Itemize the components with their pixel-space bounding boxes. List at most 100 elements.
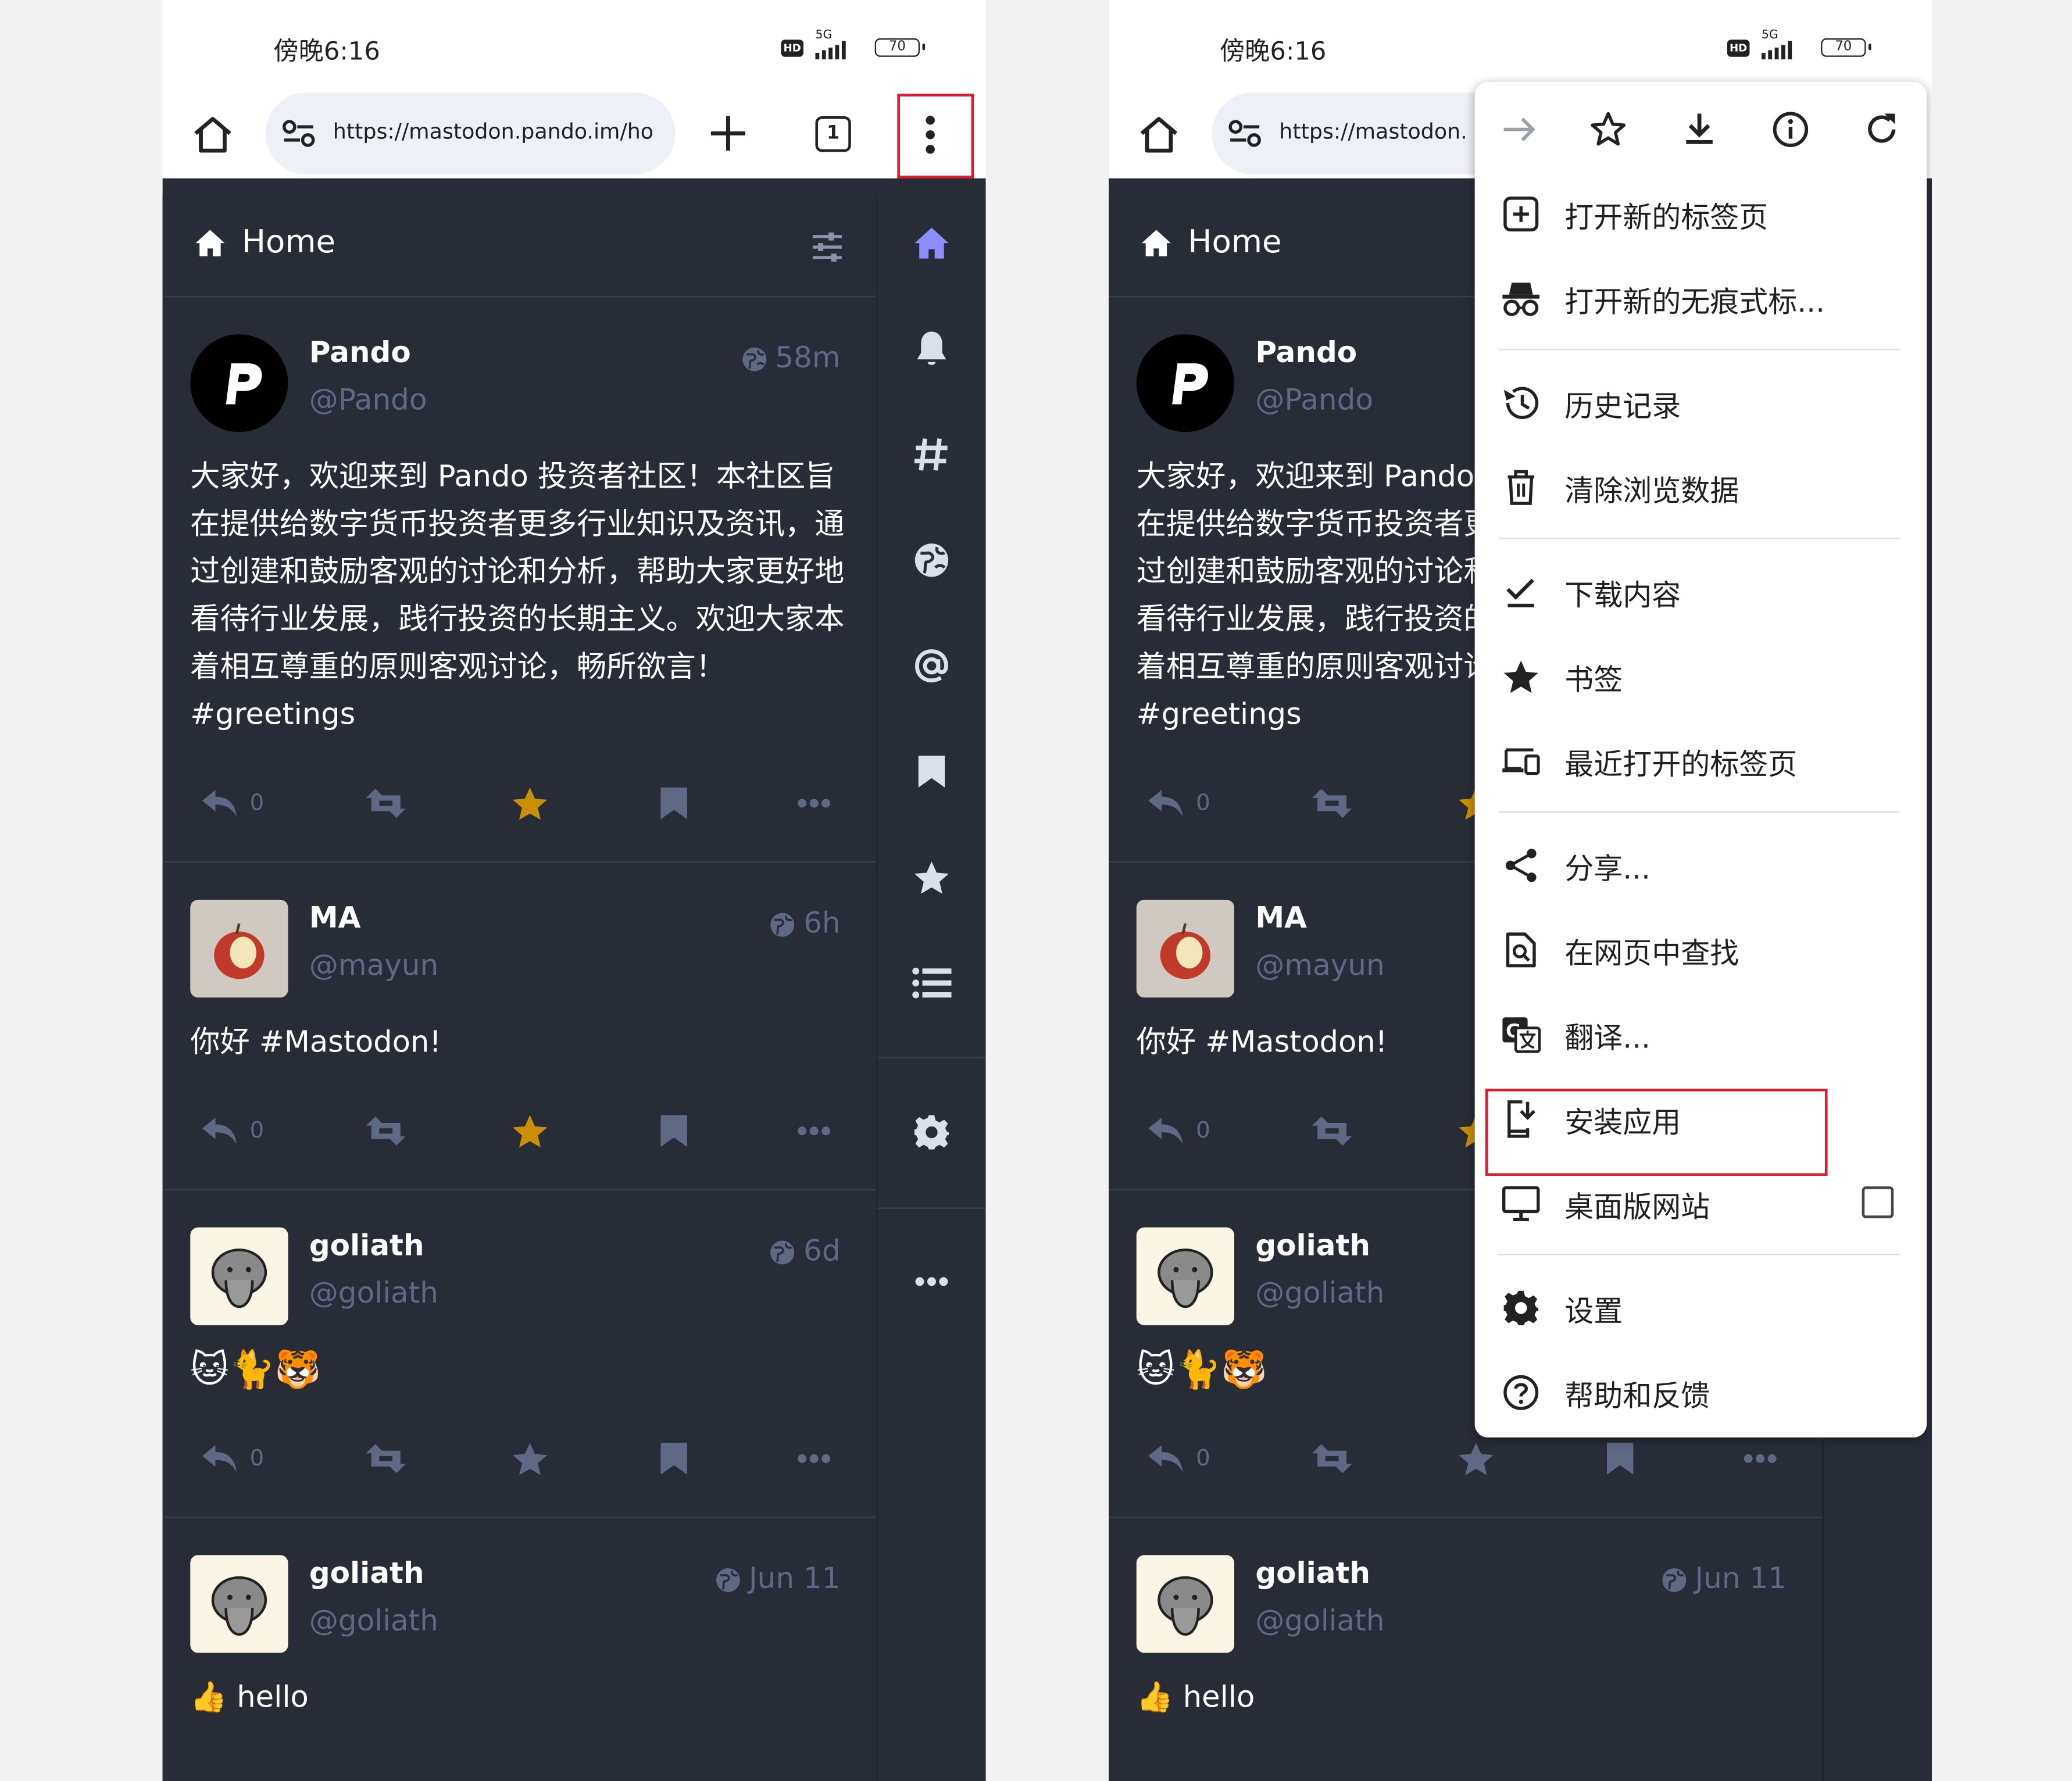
bookmark-button[interactable] [659, 784, 688, 823]
more-button[interactable] [1743, 1439, 1777, 1478]
menu-item-bookmarks[interactable]: 书签 [1475, 638, 1927, 715]
bookmark-icon [1606, 1443, 1634, 1475]
nav-preferences[interactable] [909, 1110, 954, 1154]
avatar[interactable] [190, 334, 288, 432]
post-timestamp[interactable]: Jun 11 [1660, 1563, 1787, 1596]
url-text: https://mastodon.pando.im/ho [333, 119, 654, 144]
menu-item-settings[interactable]: 设置 [1475, 1269, 1927, 1346]
menu-item-share[interactable]: 分享... [1475, 827, 1927, 904]
reply-button[interactable]: 0 [1146, 784, 1210, 823]
reply-button[interactable]: 0 [1146, 1439, 1210, 1478]
display-name[interactable]: Pando [309, 337, 411, 370]
boost-button[interactable] [363, 784, 408, 823]
boost-button[interactable] [363, 1439, 408, 1478]
nav-more[interactable] [909, 1259, 954, 1304]
download-icon[interactable] [1678, 108, 1721, 151]
menu-item-new-tab[interactable]: 打开新的标签页 [1475, 176, 1927, 252]
site-settings-icon[interactable] [1228, 119, 1262, 148]
home-icon[interactable] [1135, 111, 1183, 159]
post[interactable]: MA @mayun 6h 你好 #Mastodon! 0 [162, 863, 876, 1190]
menu-item-history[interactable]: 历史记录 [1475, 364, 1927, 441]
post[interactable]: goliath @goliath 6d 🐱🐈🐯 0 [162, 1190, 876, 1518]
new-tab-plus-icon[interactable] [707, 112, 749, 155]
boost-button[interactable] [1310, 1111, 1355, 1151]
reply-button[interactable]: 0 [1146, 1111, 1210, 1151]
reply-button[interactable]: 0 [199, 1439, 264, 1478]
favourite-button[interactable] [512, 784, 549, 823]
display-name[interactable]: goliath [309, 1558, 424, 1591]
handle[interactable]: @mayun [1255, 950, 1384, 983]
nav-notifications[interactable] [909, 326, 954, 371]
home-icon[interactable] [189, 111, 237, 159]
handle[interactable]: @Pando [309, 384, 427, 417]
bookmark-button[interactable] [1606, 1439, 1635, 1478]
avatar[interactable] [1136, 1227, 1234, 1325]
avatar[interactable] [190, 1555, 288, 1653]
more-button[interactable] [797, 1111, 831, 1151]
post[interactable]: Pando @Pando 58m 大家好，欢迎来到 Pando 投资者社区！本社… [162, 297, 876, 863]
bookmark-star-outline-icon[interactable] [1587, 108, 1630, 151]
menu-item-find-in-page[interactable]: 在网页中查找 [1475, 911, 1927, 988]
avatar[interactable] [1136, 1555, 1234, 1653]
nav-lists[interactable] [909, 960, 954, 1005]
handle[interactable]: @goliath [309, 1605, 438, 1639]
forward-arrow-icon[interactable] [1499, 108, 1541, 151]
handle[interactable]: @Pando [1255, 384, 1373, 417]
nav-explore[interactable] [909, 432, 954, 477]
menu-item-recent-tabs[interactable]: 最近打开的标签页 [1475, 723, 1927, 799]
display-name[interactable]: MA [1255, 902, 1306, 935]
post-timestamp[interactable]: 58m [741, 342, 841, 375]
column-settings-icon[interactable] [810, 231, 844, 263]
nav-federated[interactable] [909, 538, 954, 582]
boost-button[interactable] [1310, 1439, 1355, 1478]
more-horiz-icon [798, 799, 831, 808]
favourite-button[interactable] [1457, 1439, 1495, 1478]
post-timestamp[interactable]: Jun 11 [715, 1563, 841, 1596]
reply-button[interactable]: 0 [199, 784, 264, 823]
handle[interactable]: @goliath [1255, 1278, 1384, 1311]
nav-bookmarks[interactable] [909, 749, 954, 794]
nav-mentions[interactable] [909, 643, 954, 688]
address-bar[interactable]: https://mastodon.pando.im/ho [265, 92, 676, 175]
nav-home[interactable] [909, 221, 954, 266]
bookmark-button[interactable] [659, 1439, 688, 1478]
post[interactable]: goliath @goliath Jun 11 👍 hello [1109, 1518, 1823, 1781]
tab-switcher-button[interactable]: 1 [815, 116, 851, 152]
menu-item-desktop-site[interactable]: 桌面版网站 [1475, 1165, 1927, 1242]
post[interactable]: goliath @goliath Jun 11 👍 hello [162, 1518, 876, 1781]
avatar[interactable] [190, 1227, 288, 1325]
bookmark-button[interactable] [659, 1111, 688, 1151]
reply-icon [202, 790, 237, 817]
favourite-button[interactable] [512, 1439, 549, 1478]
info-icon[interactable] [1770, 108, 1812, 151]
display-name[interactable]: goliath [1255, 1558, 1370, 1591]
display-name[interactable]: goliath [309, 1230, 424, 1263]
refresh-icon[interactable] [1860, 108, 1903, 151]
display-name[interactable]: MA [309, 902, 360, 935]
menu-item-translate[interactable]: G 翻译... [1475, 996, 1927, 1073]
nav-favourites[interactable] [909, 855, 954, 900]
favourite-button[interactable] [512, 1111, 549, 1151]
mastodon-mascot-icon [1136, 1555, 1234, 1653]
handle[interactable]: @goliath [309, 1278, 438, 1311]
desktop-site-checkbox[interactable] [1862, 1186, 1894, 1218]
menu-item-downloads[interactable]: 下载内容 [1475, 553, 1927, 630]
display-name[interactable]: Pando [1255, 337, 1357, 370]
reply-button[interactable]: 0 [199, 1111, 264, 1151]
display-name[interactable]: goliath [1255, 1230, 1370, 1263]
more-button[interactable] [797, 784, 831, 823]
menu-item-clear-data[interactable]: 清除浏览数据 [1475, 449, 1927, 526]
avatar[interactable] [1136, 899, 1234, 998]
handle[interactable]: @mayun [309, 950, 438, 983]
post-timestamp[interactable]: 6d [769, 1235, 841, 1268]
post-timestamp[interactable]: 6h [769, 908, 841, 940]
menu-item-incognito[interactable]: 打开新的无痕式标... [1475, 260, 1927, 337]
avatar[interactable] [190, 899, 288, 998]
avatar[interactable] [1136, 334, 1234, 432]
handle[interactable]: @goliath [1255, 1605, 1384, 1639]
menu-item-help[interactable]: 帮助和反馈 [1475, 1354, 1927, 1431]
site-settings-icon[interactable] [281, 119, 316, 148]
boost-button[interactable] [1310, 784, 1355, 823]
more-button[interactable] [797, 1439, 831, 1478]
boost-button[interactable] [363, 1111, 408, 1151]
